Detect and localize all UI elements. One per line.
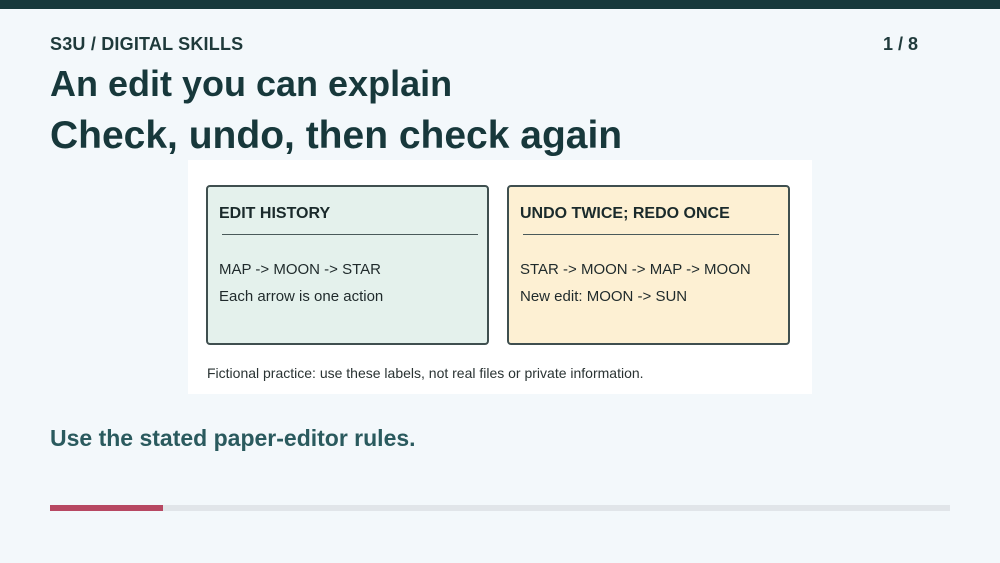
undo-redo-sequence: STAR -> MOON -> MAP -> MOON (520, 261, 751, 278)
panel-divider (523, 234, 779, 235)
edit-history-panel: EDIT HISTORY MAP -> MOON -> STAR Each ar… (206, 185, 489, 345)
undo-redo-heading: UNDO TWICE; REDO ONCE (520, 205, 730, 222)
undo-redo-new-edit: New edit: MOON -> SUN (520, 288, 688, 305)
figure-card: EDIT HISTORY MAP -> MOON -> STAR Each ar… (188, 160, 812, 394)
edit-history-heading: EDIT HISTORY (219, 205, 331, 222)
slide-subtitle: Check, undo, then check again (50, 114, 623, 157)
slide: S3U / DIGITAL SKILLS 1 / 8 An edit you c… (0, 0, 1000, 563)
panel-divider (222, 234, 478, 235)
undo-redo-panel: UNDO TWICE; REDO ONCE STAR -> MOON -> MA… (507, 185, 790, 345)
course-label: S3U / DIGITAL SKILLS (50, 34, 244, 54)
rules-note: Use the stated paper-editor rules. (50, 425, 416, 451)
progress-track (50, 505, 950, 511)
page-counter: 1 / 8 (882, 34, 918, 54)
progress-fill (50, 505, 163, 511)
edit-history-sequence: MAP -> MOON -> STAR (219, 261, 381, 278)
top-bar (0, 0, 1000, 9)
figure-note: Fictional practice: use these labels, no… (207, 365, 644, 381)
edit-history-caption: Each arrow is one action (219, 288, 384, 305)
slide-title: An edit you can explain (50, 63, 453, 104)
